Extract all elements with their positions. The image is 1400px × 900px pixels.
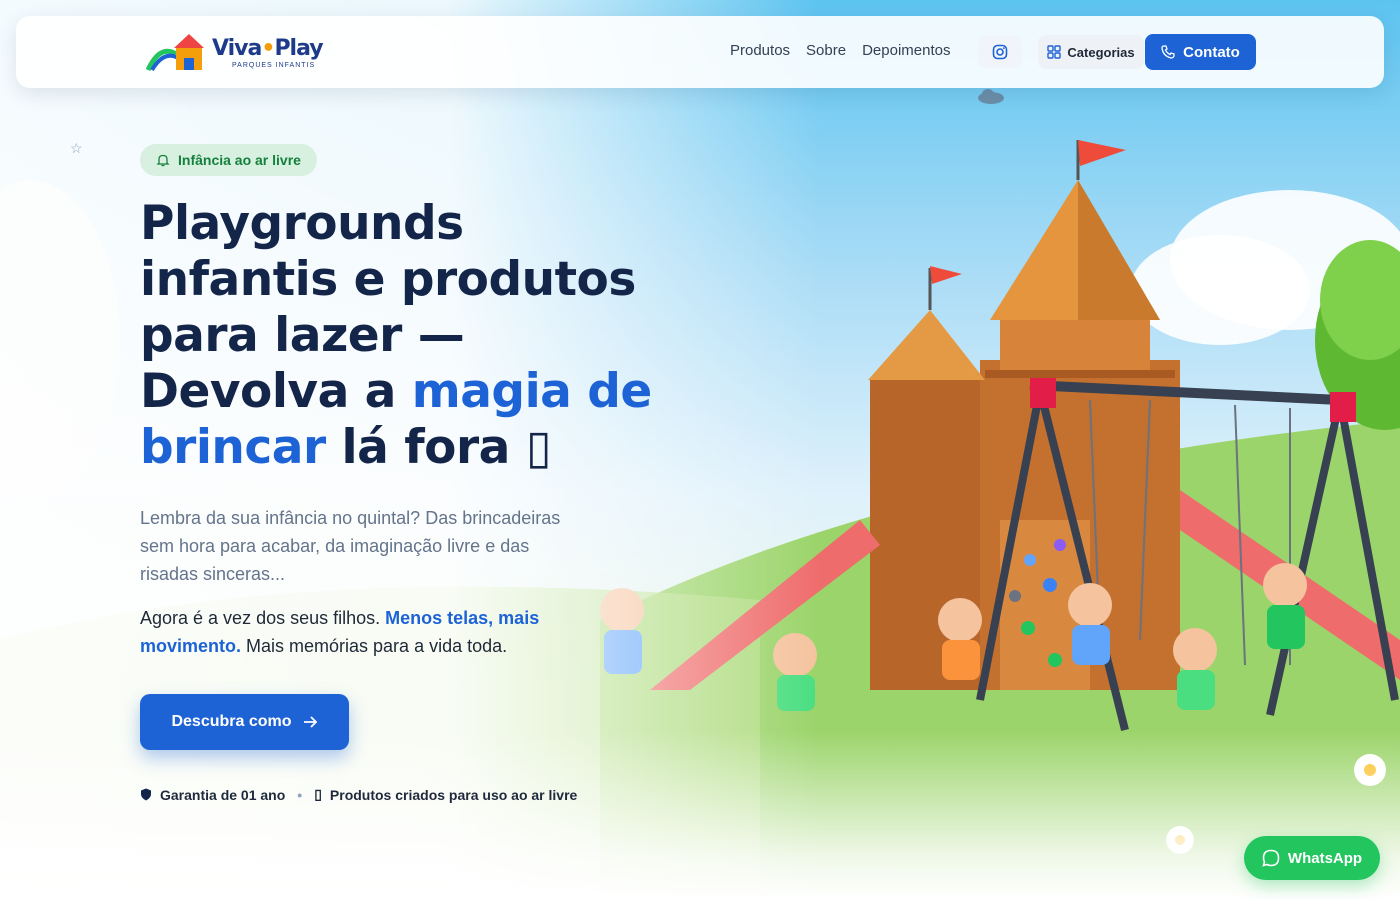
brand-logo[interactable]: Viva•Play PARQUES INFANTIS [145, 30, 326, 74]
grid-icon [1047, 45, 1062, 59]
hero-title-glyph: ▯ [525, 420, 552, 475]
hero-badge: Infância ao ar livre [140, 144, 317, 176]
whatsapp-label: WhatsApp [1287, 849, 1363, 867]
categories-label: Categorias [1067, 44, 1135, 60]
main-nav: Produtos Sobre Depoimentos [730, 42, 950, 59]
hero-lead: Lembra da sua infância no quintal? Das b… [140, 508, 561, 584]
hero-title-part2: lá fora [325, 420, 511, 475]
instagram-icon [992, 44, 1008, 60]
separator-dot: • [297, 786, 303, 803]
hero-lead2-part1: Agora é a vez dos seus filhos. [140, 608, 386, 628]
brand-subtitle: PARQUES INFANTIS [232, 62, 316, 69]
nav-link-sobre[interactable]: Sobre [806, 42, 846, 59]
outdoor-text: Produtos criados para uso ao ar livre [329, 786, 578, 803]
whatsapp-button[interactable]: WhatsApp [1244, 836, 1380, 880]
warranty-text: Garantia de 01 ano [160, 786, 286, 803]
hero-lead2-part2: Mais memórias para a vida toda. [241, 636, 508, 656]
star-icon: ☆ [70, 140, 83, 156]
discover-button[interactable]: Descubra como [140, 694, 349, 750]
brand-name: Viva•Play [212, 36, 324, 61]
contact-button[interactable]: Contato [1145, 34, 1256, 70]
whatsapp-icon [1262, 849, 1280, 867]
categories-button[interactable]: Categorias [1038, 35, 1144, 69]
contact-label: Contato [1183, 43, 1240, 61]
bell-icon [156, 154, 170, 167]
outdoor-icon: ▯ [314, 786, 322, 802]
playground-logo-icon [145, 34, 204, 72]
hero-badge-label: Infância ao ar livre [178, 152, 301, 168]
instagram-button[interactable] [978, 36, 1022, 68]
hero-section: Infância ao ar livre Playgrounds infanti… [140, 144, 660, 803]
hero-lead-secondary: Agora é a vez dos seus filhos. Menos tel… [140, 604, 590, 660]
cloud-icon [978, 89, 1004, 104]
hero-title: Playgrounds infantis e produtos para laz… [140, 196, 660, 476]
trust-row: Garantia de 01 ano • ▯ Produtos criados … [140, 786, 660, 803]
discover-button-label: Descubra como [171, 713, 292, 730]
arrow-right-icon [303, 716, 317, 728]
nav-link-produtos[interactable]: Produtos [730, 42, 790, 59]
nav-link-depoimentos[interactable]: Depoimentos [862, 42, 950, 59]
site-header: Viva•Play PARQUES INFANTIS Produtos Sobr… [16, 16, 1384, 88]
shield-icon [141, 788, 151, 801]
phone-icon [1161, 45, 1175, 59]
